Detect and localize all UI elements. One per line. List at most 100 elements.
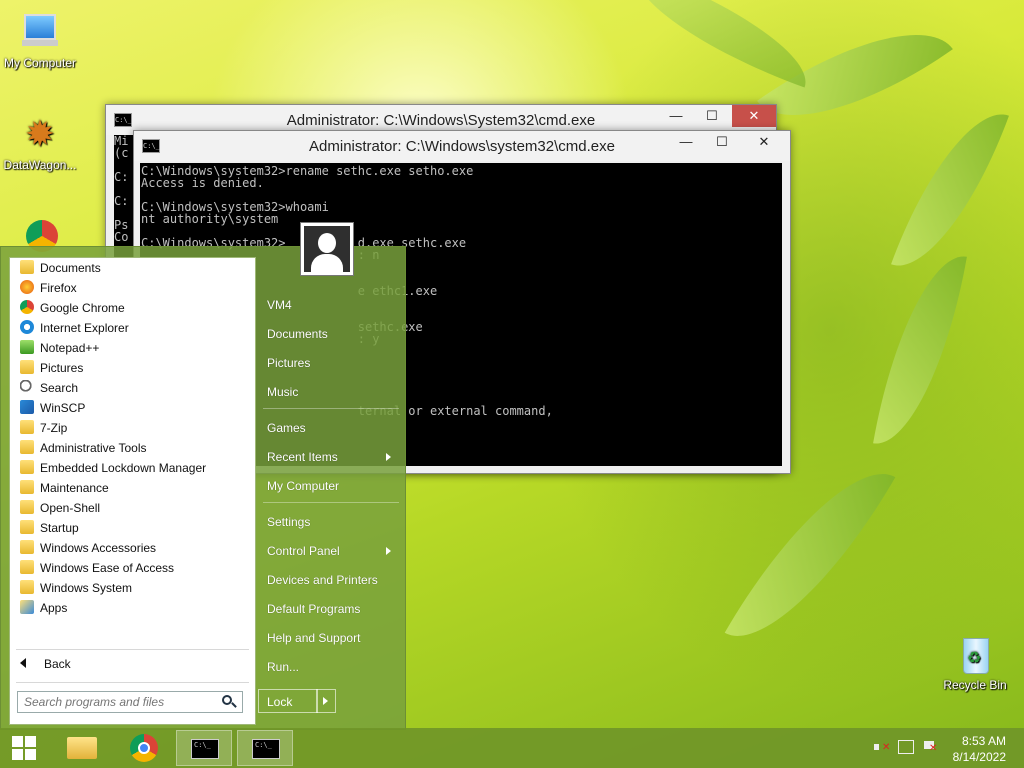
taskbar-chrome[interactable] bbox=[116, 730, 172, 766]
search-icon bbox=[20, 380, 34, 394]
program-item-chrome[interactable]: Google Chrome bbox=[20, 298, 125, 318]
program-item-7zip[interactable]: 7-Zip bbox=[20, 418, 67, 438]
menu-separator bbox=[263, 408, 399, 409]
folder-icon bbox=[20, 520, 34, 534]
taskbar: C:\_ C:\_ 8:53 AM 8/14/2022 bbox=[0, 728, 1024, 768]
menu-item-pictures[interactable]: Pictures bbox=[263, 351, 401, 375]
program-item-winscp[interactable]: WinSCP bbox=[20, 398, 85, 418]
computer-icon bbox=[18, 10, 62, 54]
wallpaper-leaf bbox=[724, 442, 896, 668]
user-avatar[interactable] bbox=[300, 222, 354, 276]
menu-item-default-programs[interactable]: Default Programs bbox=[263, 597, 401, 621]
user-icon bbox=[304, 226, 350, 272]
submenu-arrow-icon bbox=[386, 453, 391, 461]
speaker-muted-icon[interactable] bbox=[874, 740, 890, 754]
wallpaper-leaf bbox=[616, 0, 824, 88]
taskbar-cmd-1[interactable]: C:\_ bbox=[176, 730, 232, 766]
program-item-startup[interactable]: Startup bbox=[20, 518, 79, 538]
program-item-windows-system[interactable]: Windows System bbox=[20, 578, 132, 598]
menu-item-help-and-support[interactable]: Help and Support bbox=[263, 626, 401, 650]
program-item-documents[interactable]: Documents bbox=[20, 258, 101, 278]
folder-icon bbox=[67, 737, 97, 759]
taskbar-cmd-2[interactable]: C:\_ bbox=[237, 730, 293, 766]
desktop-icon-label: Recycle Bin bbox=[943, 678, 1007, 692]
search-icon[interactable] bbox=[222, 695, 232, 705]
wallpaper-leaf bbox=[873, 246, 967, 454]
taskbar-file-explorer[interactable] bbox=[54, 730, 110, 766]
programs-pane: Documents Firefox Google Chrome Internet… bbox=[9, 257, 256, 725]
menu-item-documents[interactable]: Documents bbox=[263, 322, 401, 346]
datawagon-icon: ✹ bbox=[24, 113, 56, 154]
menu-separator bbox=[263, 502, 399, 503]
program-item-administrative-tools[interactable]: Administrative Tools bbox=[20, 438, 147, 458]
cmd-icon: C:\_ bbox=[252, 739, 280, 759]
menu-item-vm4[interactable]: VM4 bbox=[263, 293, 401, 317]
menu-separator bbox=[16, 649, 249, 650]
start-button[interactable] bbox=[0, 728, 50, 768]
ie-icon bbox=[20, 320, 34, 334]
chrome-icon bbox=[130, 734, 158, 762]
clock-time: 8:53 AM bbox=[961, 734, 1006, 748]
back-button[interactable]: Back bbox=[20, 654, 248, 674]
search-input[interactable] bbox=[17, 691, 243, 713]
clock-date: 8/14/2022 bbox=[952, 750, 1006, 764]
folder-icon bbox=[20, 260, 34, 274]
menu-item-settings[interactable]: Settings bbox=[263, 510, 401, 534]
lock-button[interactable]: Lock bbox=[258, 689, 318, 713]
program-item-windows-accessories[interactable]: Windows Accessories bbox=[20, 538, 156, 558]
desktop-icon-recycle-bin[interactable]: ♻ Recycle Bin bbox=[935, 632, 1015, 692]
folder-icon bbox=[20, 560, 34, 574]
menu-separator bbox=[16, 682, 249, 683]
menu-item-recent-items[interactable]: Recent Items bbox=[263, 445, 401, 469]
menu-item-games[interactable]: Games bbox=[263, 416, 401, 440]
maximize-button[interactable]: ☐ bbox=[702, 131, 742, 153]
winscp-icon bbox=[20, 400, 34, 414]
shutdown-options-arrow[interactable] bbox=[316, 689, 336, 713]
program-item-windows-ease-of-access[interactable]: Windows Ease of Access bbox=[20, 558, 174, 578]
program-item-apps[interactable]: Apps bbox=[20, 598, 67, 618]
desktop-icon-datawagon[interactable]: ✹ DataWagon... bbox=[0, 112, 80, 172]
program-item-search[interactable]: Search bbox=[20, 378, 78, 398]
menu-item-devices-and-printers[interactable]: Devices and Printers bbox=[263, 568, 401, 592]
chrome-icon bbox=[20, 300, 34, 314]
window-titlebar[interactable]: C:\_ Administrator: C:\Windows\system32\… bbox=[134, 131, 790, 161]
taskbar-clock[interactable]: 8:53 AM 8/14/2022 bbox=[953, 733, 1006, 765]
program-item-firefox[interactable]: Firefox bbox=[20, 278, 77, 298]
minimize-button[interactable]: — bbox=[666, 131, 706, 153]
recycle-bin-icon: ♻ bbox=[953, 632, 997, 676]
folder-icon bbox=[20, 540, 34, 554]
apps-icon bbox=[20, 600, 34, 614]
program-item-open-shell[interactable]: Open-Shell bbox=[20, 498, 100, 518]
network-icon[interactable] bbox=[898, 740, 914, 754]
desktop-icon-label: DataWagon... bbox=[3, 158, 77, 172]
menu-item-music[interactable]: Music bbox=[263, 380, 401, 404]
menu-item-my-computer[interactable]: My Computer bbox=[263, 474, 401, 498]
folder-icon bbox=[20, 440, 34, 454]
desktop-icon-my-computer[interactable]: My Computer bbox=[0, 10, 80, 70]
folder-icon bbox=[20, 580, 34, 594]
program-item-notepadpp[interactable]: Notepad++ bbox=[20, 338, 99, 358]
program-item-maintenance[interactable]: Maintenance bbox=[20, 478, 109, 498]
folder-icon bbox=[20, 500, 34, 514]
program-item-pictures[interactable]: Pictures bbox=[20, 358, 83, 378]
folder-icon bbox=[20, 460, 34, 474]
maximize-button[interactable]: ☐ bbox=[692, 105, 732, 127]
wallpaper-leaf bbox=[891, 95, 1009, 285]
action-center-flag-icon[interactable] bbox=[922, 740, 938, 754]
close-button[interactable]: ✕ bbox=[732, 105, 776, 127]
submenu-arrow-icon bbox=[386, 547, 391, 555]
back-arrow-icon bbox=[20, 658, 26, 668]
program-item-internet-explorer[interactable]: Internet Explorer bbox=[20, 318, 129, 338]
folder-icon bbox=[20, 480, 34, 494]
notepadpp-icon bbox=[20, 340, 34, 354]
menu-item-control-panel[interactable]: Control Panel bbox=[263, 539, 401, 563]
start-menu[interactable]: Documents Firefox Google Chrome Internet… bbox=[0, 246, 406, 730]
menu-item-run[interactable]: Run... bbox=[263, 655, 401, 679]
folder-icon bbox=[20, 420, 34, 434]
places-pane: VM4 Documents Pictures Music Games Recen… bbox=[263, 247, 403, 727]
folder-icon bbox=[20, 360, 34, 374]
minimize-button[interactable]: — bbox=[656, 105, 696, 127]
close-button[interactable]: ✕ bbox=[744, 131, 784, 153]
program-item-embedded-lockdown-manager[interactable]: Embedded Lockdown Manager bbox=[20, 458, 206, 478]
cmd-icon: C:\_ bbox=[191, 739, 219, 759]
